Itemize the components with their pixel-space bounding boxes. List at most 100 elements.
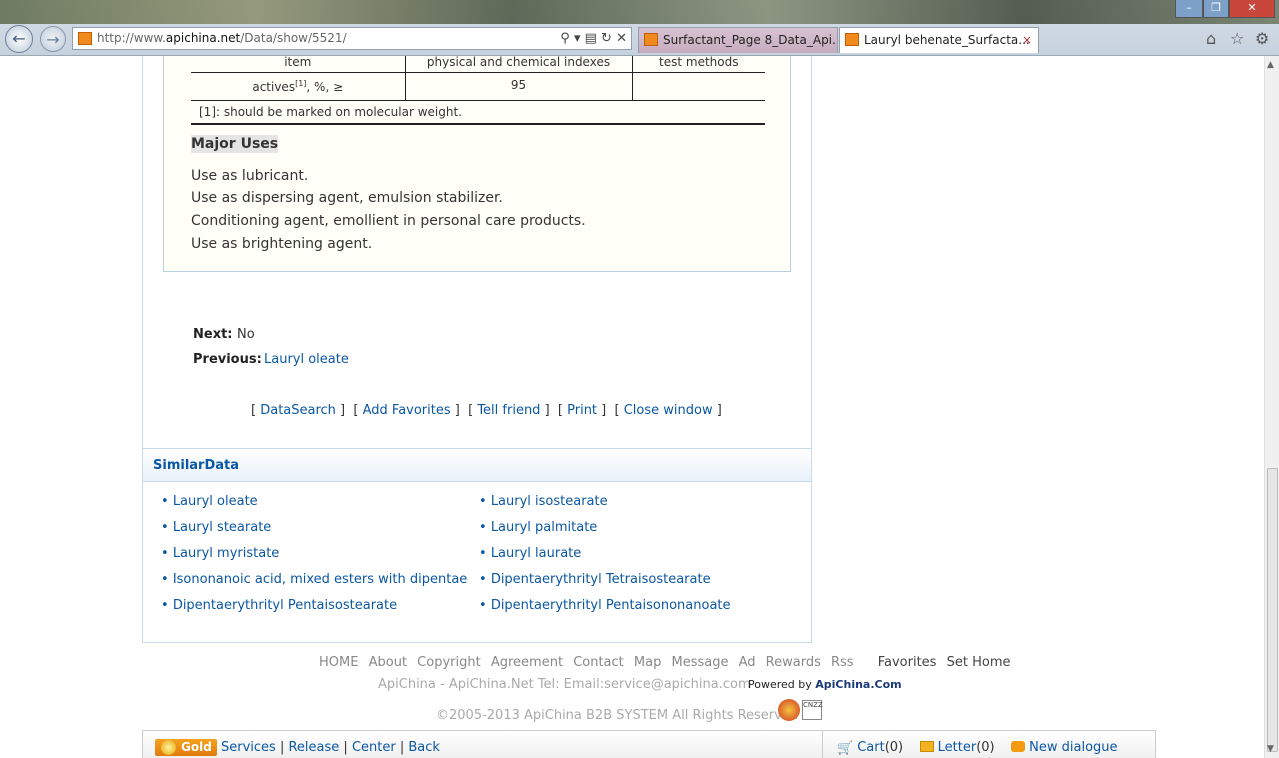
back-icon[interactable]: ← bbox=[5, 25, 33, 53]
datasearch-link[interactable]: DataSearch bbox=[260, 403, 336, 418]
action-links: [ DataSearch ] [ Add Favorites ] [ Tell … bbox=[251, 403, 722, 418]
row-value: 95 bbox=[404, 71, 633, 101]
scroll-up-icon[interactable]: ▲ bbox=[1267, 60, 1274, 70]
tab-close-icon[interactable]: × bbox=[1022, 28, 1032, 52]
cart-icon: 🛒 bbox=[837, 741, 854, 756]
cnzz-label: CNZZ bbox=[803, 701, 823, 709]
similar-link[interactable]: Lauryl oleate bbox=[161, 494, 258, 509]
main-panel: item physical and chemical indexes test … bbox=[142, 56, 812, 643]
footer-link-rewards[interactable]: Rewards bbox=[766, 655, 821, 670]
forward-icon[interactable]: → bbox=[40, 26, 66, 52]
close-window-link[interactable]: Close window bbox=[624, 403, 713, 418]
bottom-bar-links: Services | Release | Center | Back bbox=[221, 740, 440, 755]
tab-lauryl-behenate[interactable]: Lauryl behenate_Surfacta... × bbox=[839, 27, 1039, 53]
tell-friend-link[interactable]: Tell friend bbox=[477, 403, 540, 418]
similar-link[interactable]: Lauryl stearate bbox=[161, 520, 271, 535]
footer-link-about[interactable]: About bbox=[369, 655, 407, 670]
item-unit: , %, ≥ bbox=[306, 79, 344, 94]
dialogue-bubble-icon bbox=[1011, 741, 1026, 752]
letter-count: (0) bbox=[976, 740, 995, 755]
footer-link-map[interactable]: Map bbox=[634, 655, 661, 670]
use-item: Use as lubricant. bbox=[191, 168, 309, 184]
similar-data-header: SimilarData bbox=[143, 448, 811, 482]
tab-label: Surfactant_Page 8_Data_Api... bbox=[663, 33, 838, 47]
similar-link[interactable]: Lauryl palmitate bbox=[479, 520, 598, 535]
previous-label: Previous: bbox=[193, 352, 262, 367]
compat-view-icon[interactable]: ▤ bbox=[585, 31, 597, 46]
stop-icon[interactable]: ✕ bbox=[616, 31, 627, 46]
tab-favicon-icon bbox=[644, 33, 658, 46]
tab-favicon-icon bbox=[845, 33, 859, 46]
back-link[interactable]: Back bbox=[408, 740, 440, 755]
next-value: No bbox=[237, 327, 255, 342]
letter-link[interactable]: Letter bbox=[938, 740, 977, 755]
previous-link[interactable]: Lauryl oleate bbox=[264, 352, 349, 367]
similar-link[interactable]: Dipentaerythrityl Pentaisononanoate bbox=[479, 598, 731, 613]
footer-favorites-link[interactable]: Favorites bbox=[878, 655, 937, 670]
settings-gear-icon[interactable]: ⚙ bbox=[1255, 29, 1269, 48]
scroll-down-icon[interactable]: ▼ bbox=[1267, 744, 1274, 754]
footer-set-home-link[interactable]: Set Home bbox=[947, 655, 1011, 670]
next-label: Next: bbox=[193, 327, 233, 342]
url-prefix: http://www. bbox=[97, 31, 166, 45]
cart-count: (0) bbox=[884, 740, 904, 755]
row-item: actives[1], %, ≥ bbox=[191, 71, 406, 101]
browser-chrome: – ❐ ✕ ← → http://www.apichina.net/Data/s… bbox=[0, 0, 1279, 56]
major-uses-title: Major Uses bbox=[191, 135, 279, 153]
release-link[interactable]: Release bbox=[288, 740, 339, 755]
footer-link-home[interactable]: HOME bbox=[319, 655, 358, 670]
refresh-icon[interactable]: ↻ bbox=[601, 31, 612, 46]
services-link[interactable]: Services bbox=[221, 740, 276, 755]
footer-link-copyright[interactable]: Copyright bbox=[417, 655, 481, 670]
bottom-bar-right: 🛒 Cart(0) Letter(0) New dialogue bbox=[822, 731, 1118, 758]
powered-brand[interactable]: ApiChina.Com bbox=[815, 678, 901, 691]
similar-link[interactable]: Dipentaerythrityl Pentaisostearate bbox=[161, 598, 397, 613]
center-link[interactable]: Center bbox=[352, 740, 396, 755]
footer-copyright: ©2005-2013 ApiChina B2B SYSTEM All Right… bbox=[436, 708, 799, 723]
footer-link-rss[interactable]: Rss bbox=[831, 655, 854, 670]
cart-link[interactable]: Cart bbox=[857, 740, 885, 755]
vertical-scrollbar[interactable]: ▲ ▼ bbox=[1264, 56, 1279, 758]
favorites-star-icon[interactable]: ☆ bbox=[1230, 29, 1244, 48]
page-content: item physical and chemical indexes test … bbox=[0, 56, 1264, 758]
similar-link[interactable]: Lauryl myristate bbox=[161, 546, 279, 561]
header-methods: test methods bbox=[631, 56, 765, 73]
header-item: item bbox=[191, 56, 406, 73]
use-item: Use as brightening agent. bbox=[191, 236, 373, 252]
footer-links: HOME About Copyright Agreement Contact M… bbox=[319, 655, 1016, 670]
search-icon[interactable]: ⚲ bbox=[560, 31, 570, 46]
tab-surfactant-page[interactable]: Surfactant_Page 8_Data_Api... bbox=[638, 27, 838, 53]
similar-link[interactable]: Dipentaerythrityl Tetraisostearate bbox=[479, 572, 711, 587]
police-badge-icon[interactable] bbox=[778, 699, 800, 721]
letter-envelope-icon bbox=[919, 741, 934, 752]
similar-link[interactable]: Lauryl isostearate bbox=[479, 494, 608, 509]
footer-link-ad[interactable]: Ad bbox=[739, 655, 756, 670]
close-window-button[interactable]: ✕ bbox=[1229, 0, 1275, 18]
footer-link-contact[interactable]: Contact bbox=[573, 655, 624, 670]
new-dialogue-link[interactable]: New dialogue bbox=[1029, 740, 1117, 755]
scrollbar-thumb[interactable] bbox=[1267, 468, 1278, 752]
add-favorites-link[interactable]: Add Favorites bbox=[363, 403, 451, 418]
use-item: Use as dispersing agent, emulsion stabil… bbox=[191, 190, 503, 206]
footer-link-agreement[interactable]: Agreement bbox=[491, 655, 563, 670]
print-link[interactable]: Print bbox=[567, 403, 597, 418]
tab-label: Lauryl behenate_Surfacta... bbox=[864, 33, 1030, 47]
article-box: item physical and chemical indexes test … bbox=[163, 56, 791, 272]
cnzz-stats-icon[interactable]: CNZZ bbox=[802, 700, 823, 720]
bottom-toolbar: Gold Services | Release | Center | Back … bbox=[142, 730, 1156, 758]
similar-link[interactable]: Isononanoic acid, mixed esters with dipe… bbox=[161, 572, 467, 587]
home-icon[interactable]: ⌂ bbox=[1206, 29, 1216, 48]
dropdown-icon[interactable]: ▾ bbox=[574, 31, 581, 46]
similar-link[interactable]: Lauryl laurate bbox=[479, 546, 581, 561]
address-bar[interactable]: http://www.apichina.net/Data/show/5521/ … bbox=[72, 27, 632, 50]
url-domain: apichina.net bbox=[165, 31, 241, 45]
gold-badge[interactable]: Gold bbox=[155, 739, 217, 756]
item-name: actives bbox=[252, 79, 296, 94]
similar-data-title: SimilarData bbox=[153, 458, 240, 473]
item-footnote-ref: [1] bbox=[295, 78, 307, 88]
footer-link-message[interactable]: Message bbox=[671, 655, 728, 670]
gold-coin-icon bbox=[161, 740, 176, 755]
url-path: /Data/show/5521/ bbox=[240, 31, 347, 45]
minimize-button[interactable]: – bbox=[1175, 0, 1203, 18]
maximize-button[interactable]: ❐ bbox=[1203, 0, 1229, 18]
